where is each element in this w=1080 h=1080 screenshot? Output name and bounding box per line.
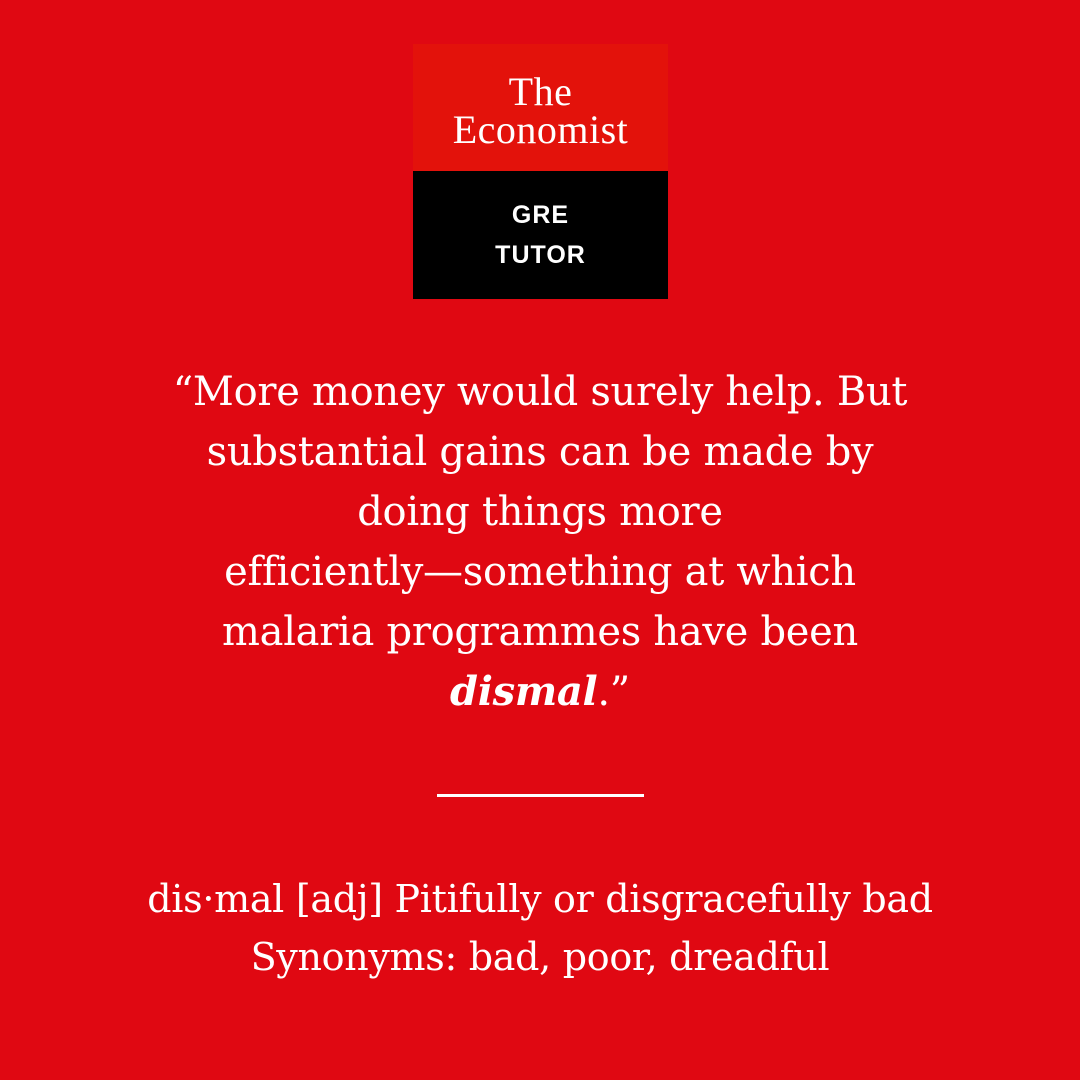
logo-product-block: GRE TUTOR [413,171,668,299]
synonyms-line: Synonyms: bad, poor, dreadful [250,935,830,979]
quote-line: substantial gains can be made by [206,429,874,475]
quote-line: efficiently—something at which [224,549,856,595]
economist-gre-tutor-logo: The Economist GRE TUTOR [413,44,668,299]
definition-line: dis·mal [adj] Pitifully or disgracefully… [147,877,933,921]
quote-text: “More money would surely help. But subst… [120,362,960,722]
logo-brand-line1: The [508,68,573,114]
logo-product-line1: GRE [511,201,570,229]
divider-line [437,794,644,797]
quote-line: “More money would surely help. But [172,369,908,415]
quote-line: doing things more [357,489,723,535]
definition-block: dis·mal [adj] Pitifully or disgracefully… [80,870,1000,986]
logo-brand-line2: Economist [452,106,629,152]
highlighted-word: dismal [450,668,598,715]
quote-line: malaria programmes have been [222,609,858,655]
quote-closing: .” [597,669,630,715]
logo-product-line2: TUTOR [495,241,586,269]
logo-brand-block: The Economist [413,44,668,171]
quote-last-line: dismal.” [120,662,960,722]
